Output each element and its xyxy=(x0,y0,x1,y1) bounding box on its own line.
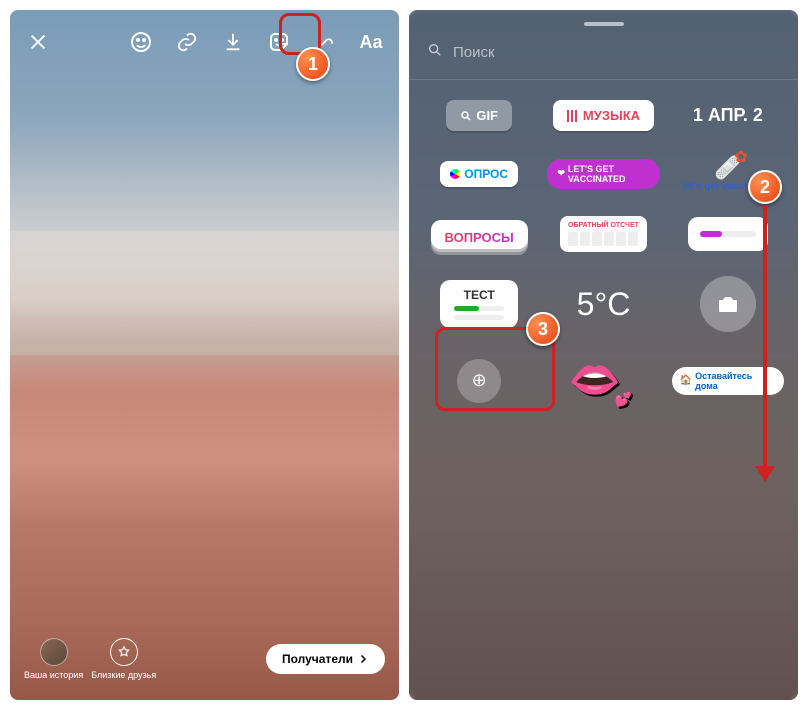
search-icon xyxy=(427,42,443,63)
close-icon[interactable] xyxy=(24,28,52,56)
story-top-toolbar: Aa xyxy=(10,20,399,64)
sticker-countdown[interactable]: ОБРАТНЫЙ ОТСЧЕТ xyxy=(560,216,647,252)
sticker-grid[interactable]: GIF МУЗЫКА 1 АПР. 2 ОПРОС LET'S GET VACC… xyxy=(409,80,798,425)
sticker-vaccinated-alt[interactable]: 🩹✿let's get vaccinated xyxy=(682,155,774,192)
sticker-questions[interactable]: ВОПРОСЫ xyxy=(431,220,528,249)
your-story-button[interactable]: Ваша история xyxy=(24,638,83,680)
sticker-quiz[interactable]: ТЕСТ xyxy=(440,280,518,328)
sticker-search[interactable] xyxy=(409,34,798,80)
star-icon xyxy=(110,638,138,666)
panel-handle[interactable] xyxy=(584,22,624,26)
sticker-poll[interactable]: ОПРОС xyxy=(440,161,518,187)
sticker-stay-home[interactable]: Оставайтесь дома xyxy=(672,367,784,395)
story-bottom-bar: Ваша история Близкие друзья Получатели xyxy=(10,638,399,680)
sticker-add[interactable]: ⊕ xyxy=(457,359,501,403)
sticker-date[interactable]: 1 АПР. 2 xyxy=(693,105,763,126)
camera-icon xyxy=(700,276,756,332)
search-input[interactable] xyxy=(453,44,780,61)
sticker-icon[interactable] xyxy=(265,28,293,56)
avatar xyxy=(40,638,68,666)
close-friends-button[interactable]: Близкие друзья xyxy=(91,638,156,680)
sticker-camera[interactable] xyxy=(700,276,756,332)
effects-icon[interactable] xyxy=(127,28,155,56)
sticker-vaccinated[interactable]: LET'S GET VACCINATED xyxy=(547,159,659,189)
sticker-slider[interactable] xyxy=(688,217,768,251)
recipients-button[interactable]: Получатели xyxy=(266,644,385,674)
text-icon[interactable]: Aa xyxy=(357,28,385,56)
sticker-music[interactable]: МУЗЫКА xyxy=(553,100,654,131)
sticker-mouth[interactable]: 👄💕 xyxy=(569,356,639,405)
sticker-panel: GIF МУЗЫКА 1 АПР. 2 ОПРОС LET'S GET VACC… xyxy=(409,10,798,700)
link-icon[interactable] xyxy=(173,28,201,56)
download-icon[interactable] xyxy=(219,28,247,56)
draw-icon[interactable] xyxy=(311,28,339,56)
add-icon: ⊕ xyxy=(457,359,501,403)
sticker-temperature[interactable]: 5°C xyxy=(577,286,631,323)
story-editor: Aa Ваша история Близкие друзья Получател… xyxy=(10,10,399,700)
sticker-gif[interactable]: GIF xyxy=(446,100,512,131)
